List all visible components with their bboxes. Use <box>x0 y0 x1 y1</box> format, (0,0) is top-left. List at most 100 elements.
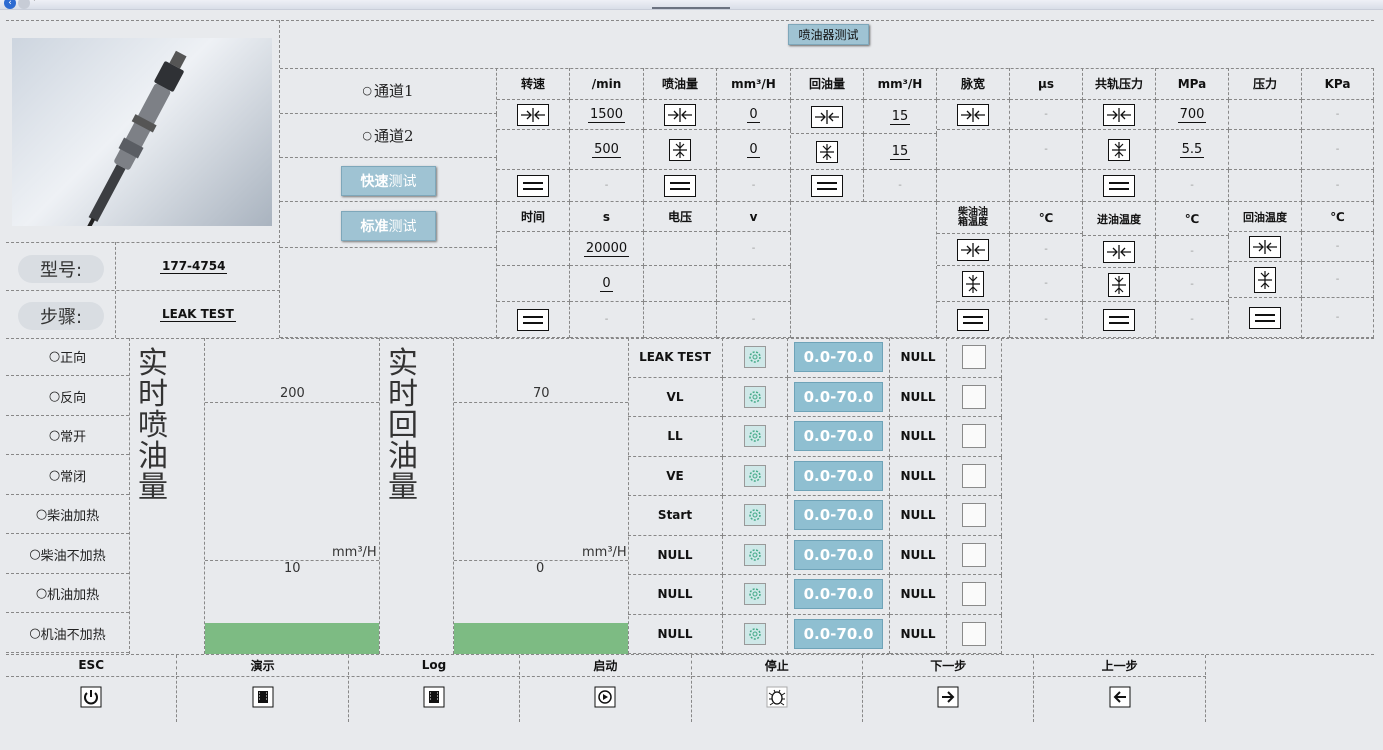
mode-radio-5[interactable]: ○ 柴油不加热 <box>6 536 129 574</box>
bottom-button-4[interactable] <box>692 676 863 722</box>
decrease-icon[interactable] <box>816 140 838 163</box>
pulse-value-1[interactable]: - <box>1010 100 1083 130</box>
decrease-icon[interactable] <box>1254 266 1276 293</box>
radio-circle-icon: ○ <box>48 349 61 364</box>
mode-radio-4[interactable]: ○ 柴油加热 <box>6 496 129 534</box>
time-value-1[interactable]: 20000 <box>570 232 644 266</box>
bottom-button-3[interactable] <box>520 676 692 722</box>
increase-icon[interactable] <box>664 103 696 126</box>
inject-value-2[interactable]: 0 <box>717 130 791 170</box>
gear-icon[interactable] <box>744 543 766 566</box>
gear-icon[interactable] <box>744 385 766 408</box>
play-icon <box>594 686 616 712</box>
channel-2-radio[interactable]: ○ 通道2 <box>280 114 497 158</box>
speed-value-2[interactable]: 500 <box>570 130 644 170</box>
step-checkbox[interactable] <box>962 463 986 488</box>
bottom-button-0[interactable] <box>6 676 178 722</box>
step-range-button[interactable]: 0.0-70.0 <box>794 460 883 491</box>
step-range-button[interactable]: 0.0-70.0 <box>794 539 883 570</box>
pulse-value-2[interactable]: - <box>1010 130 1083 170</box>
reset-icon[interactable] <box>957 308 989 331</box>
mode-radio-2[interactable]: ○ 常开 <box>6 417 129 455</box>
mode-radio-0[interactable]: ○ 正向 <box>6 338 129 376</box>
step-range-button[interactable]: 0.0-70.0 <box>794 381 883 412</box>
step-checkbox[interactable] <box>962 582 986 607</box>
increase-icon[interactable] <box>517 103 549 126</box>
increase-icon[interactable] <box>1103 103 1135 126</box>
mode-radio-3[interactable]: ○ 常闭 <box>6 457 129 495</box>
inject-reset-cell <box>644 170 717 202</box>
reset-icon[interactable] <box>517 174 549 197</box>
decrease-icon[interactable] <box>1108 272 1130 297</box>
gauge-title-char: 量 <box>138 470 168 505</box>
bottom-button-1[interactable] <box>177 676 349 722</box>
gear-icon[interactable] <box>744 425 766 448</box>
menu-dots-icon[interactable]: · <box>33 0 36 6</box>
step-check-cell <box>947 417 1002 457</box>
step-range-button[interactable]: 0.0-70.0 <box>794 500 883 531</box>
gear-icon[interactable] <box>744 504 766 527</box>
gear-icon[interactable] <box>744 346 766 369</box>
mode-radio-7[interactable]: ○ 机油不加热 <box>6 615 129 653</box>
inlet-reset-cell <box>1083 302 1156 338</box>
forward-icon[interactable] <box>18 0 30 9</box>
decrease-icon[interactable] <box>1108 138 1130 161</box>
film-icon <box>252 686 274 712</box>
pressure-value-2[interactable]: - <box>1302 130 1374 170</box>
step-checkbox[interactable] <box>962 384 986 409</box>
reset-icon[interactable] <box>1249 306 1281 329</box>
rail-dec-cell <box>1083 130 1156 170</box>
voltage-value-1[interactable]: - <box>717 232 791 266</box>
rail-value-2[interactable]: 5.5 <box>1156 130 1229 170</box>
channel-1-radio[interactable]: ○ 通道1 <box>280 68 497 114</box>
return-value-1[interactable]: 15 <box>864 100 937 134</box>
decrease-icon[interactable] <box>669 138 691 161</box>
mode-radio-6[interactable]: ○ 机油加热 <box>6 575 129 613</box>
speed-value-1[interactable]: 1500 <box>570 100 644 130</box>
return-value-2[interactable]: 15 <box>864 134 937 170</box>
step-checkbox[interactable] <box>962 621 986 646</box>
film-icon <box>423 686 445 712</box>
step-range-button[interactable]: 0.0-70.0 <box>794 579 883 610</box>
gear-icon[interactable] <box>744 464 766 487</box>
back-icon[interactable]: ‹ <box>4 0 16 9</box>
pressure-dash: - <box>1302 170 1374 202</box>
reset-icon[interactable] <box>1103 308 1135 331</box>
reset-icon[interactable] <box>811 174 843 197</box>
step-range-button[interactable]: 0.0-70.0 <box>794 421 883 452</box>
pressure-value-1[interactable]: - <box>1302 100 1374 130</box>
increase-icon[interactable] <box>957 103 989 126</box>
bottom-button-2[interactable] <box>349 676 521 722</box>
bottom-button-6[interactable] <box>1034 676 1206 722</box>
step-checkbox[interactable] <box>962 542 986 567</box>
mode-radio-1[interactable]: ○ 反向 <box>6 378 129 416</box>
voltage-dash: - <box>717 302 791 338</box>
increase-icon[interactable] <box>957 238 989 261</box>
increase-icon[interactable] <box>811 105 843 128</box>
voltage-header: 电压 <box>644 202 717 232</box>
increase-icon[interactable] <box>1249 235 1281 258</box>
radio-circle-icon: ○ <box>48 467 61 483</box>
rail-value-1[interactable]: 700 <box>1156 100 1229 130</box>
reset-icon[interactable] <box>664 174 696 197</box>
step-name-cell: NULL <box>628 535 723 575</box>
reset-icon[interactable] <box>517 308 549 331</box>
return-gauge-unit: mm³/H <box>582 545 627 560</box>
step-range-button[interactable]: 0.0-70.0 <box>794 618 883 649</box>
step-checkbox[interactable] <box>962 424 986 449</box>
standard-test-button[interactable]: 标准 测试 <box>341 211 436 241</box>
quick-test-button[interactable]: 快速 测试 <box>341 166 436 196</box>
gear-icon[interactable] <box>744 583 766 606</box>
time-value-2[interactable]: 0 <box>570 266 644 302</box>
step-range-button[interactable]: 0.0-70.0 <box>794 342 883 373</box>
inject-value-1[interactable]: 0 <box>717 100 791 130</box>
gear-icon[interactable] <box>744 622 766 645</box>
return-dash: - <box>864 170 937 202</box>
decrease-icon[interactable] <box>962 270 984 297</box>
step-checkbox[interactable] <box>962 345 986 370</box>
step-checkbox[interactable] <box>962 503 986 528</box>
bottom-button-5[interactable] <box>863 676 1035 722</box>
increase-icon[interactable] <box>1103 240 1135 263</box>
reset-icon[interactable] <box>1103 174 1135 197</box>
step-name: Start <box>657 508 693 523</box>
